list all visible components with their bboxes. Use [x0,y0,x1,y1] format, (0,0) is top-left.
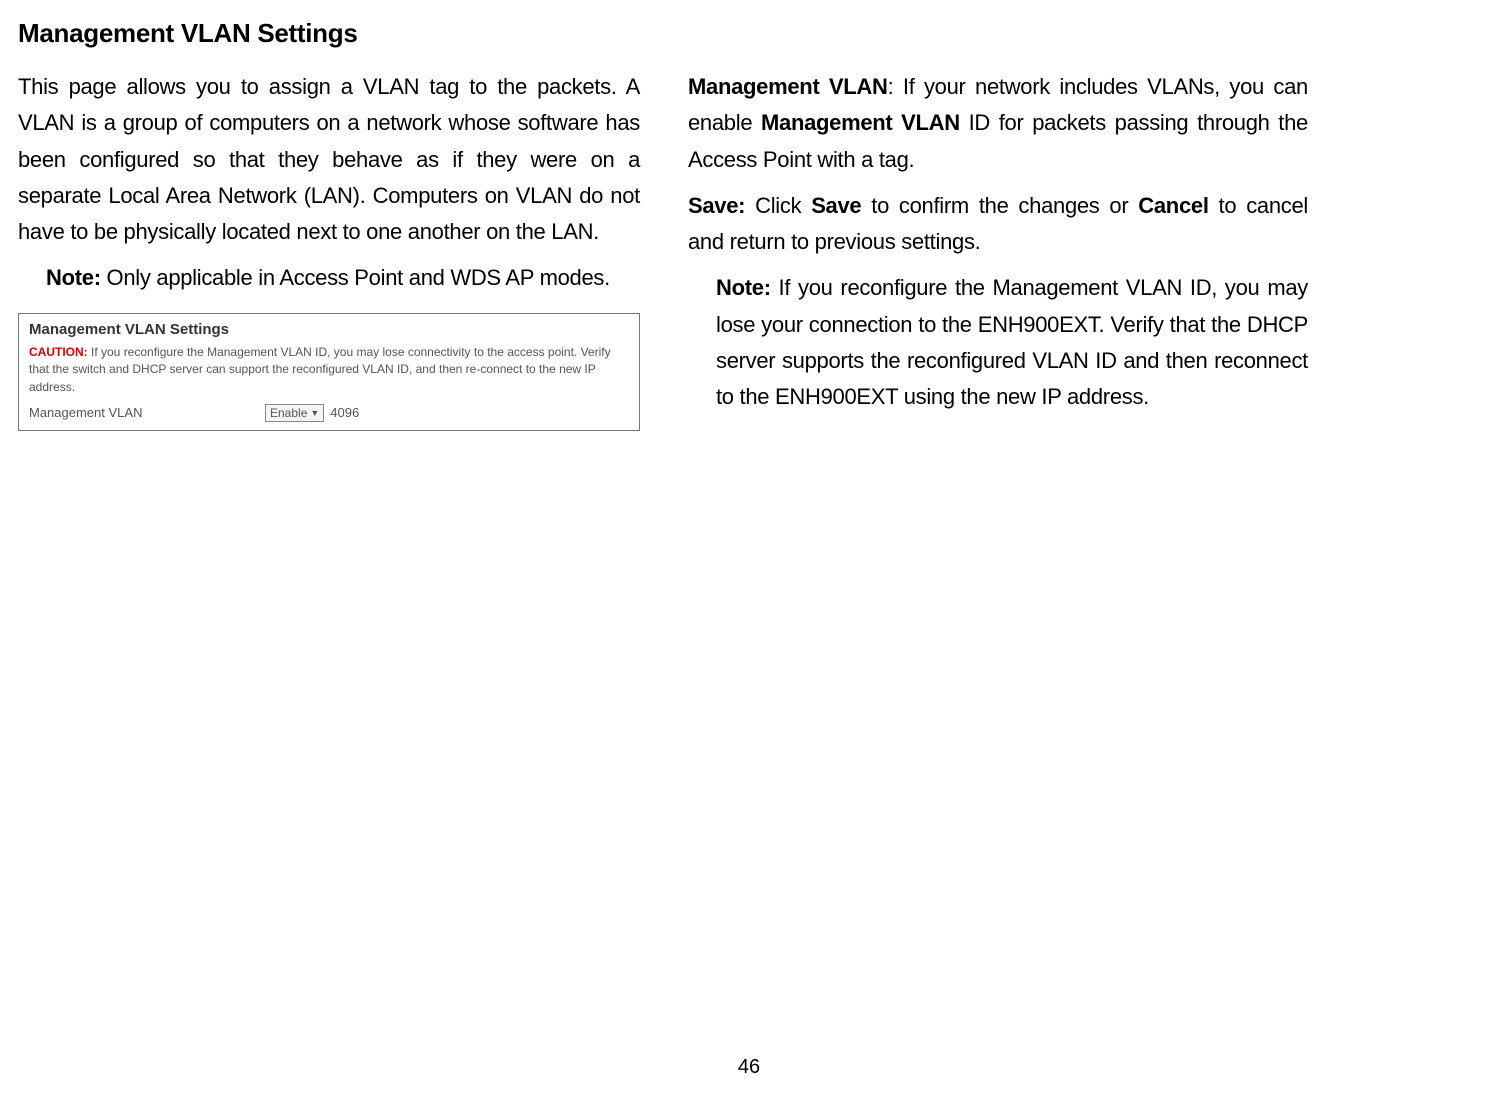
right-note-text: If you reconfigure the Management VLAN I… [716,275,1308,409]
vlan-enable-select[interactable]: Enable ▼ [265,404,324,422]
mvlan-paragraph: Management VLAN: If your network include… [688,69,1308,178]
note-text: Only applicable in Access Point and WDS … [101,265,610,290]
content-columns: This page allows you to assign a VLAN ta… [18,69,1480,431]
mvlan-bold: Management VLAN [761,110,960,135]
save-bold1: Save [811,193,861,218]
settings-panel: Management VLAN Settings CAUTION: If you… [18,313,640,431]
save-label: Save: [688,193,745,218]
mvlan-label: Management VLAN [688,74,888,99]
save-bold2: Cancel [1138,193,1208,218]
chevron-down-icon: ▼ [310,408,319,418]
note-paragraph: Note: Only applicable in Access Point an… [18,260,640,296]
save-pre: Click [745,193,811,218]
page-number: 46 [0,1056,1498,1079]
note-label: Note: [46,265,101,290]
caution-label: CAUTION: [29,345,88,359]
intro-paragraph: This page allows you to assign a VLAN ta… [18,69,640,250]
panel-title: Management VLAN Settings [19,314,639,342]
right-column: Management VLAN: If your network include… [688,69,1308,431]
caution-row: CAUTION: If you reconfigure the Manageme… [19,342,639,400]
right-note-paragraph: Note: If you reconfigure the Management … [688,270,1308,415]
right-note-label: Note: [716,275,771,300]
select-value: Enable [270,406,307,420]
save-paragraph: Save: Click Save to confirm the changes … [688,188,1308,261]
left-column: This page allows you to assign a VLAN ta… [18,69,640,431]
save-mid: to confirm the changes or [861,193,1138,218]
vlan-setting-label: Management VLAN [29,405,259,420]
vlan-id-value: 4096 [330,405,359,420]
page-title: Management VLAN Settings [18,18,1480,49]
vlan-setting-row: Management VLAN Enable ▼ 4096 [19,400,639,430]
caution-text: If you reconfigure the Management VLAN I… [29,345,611,394]
